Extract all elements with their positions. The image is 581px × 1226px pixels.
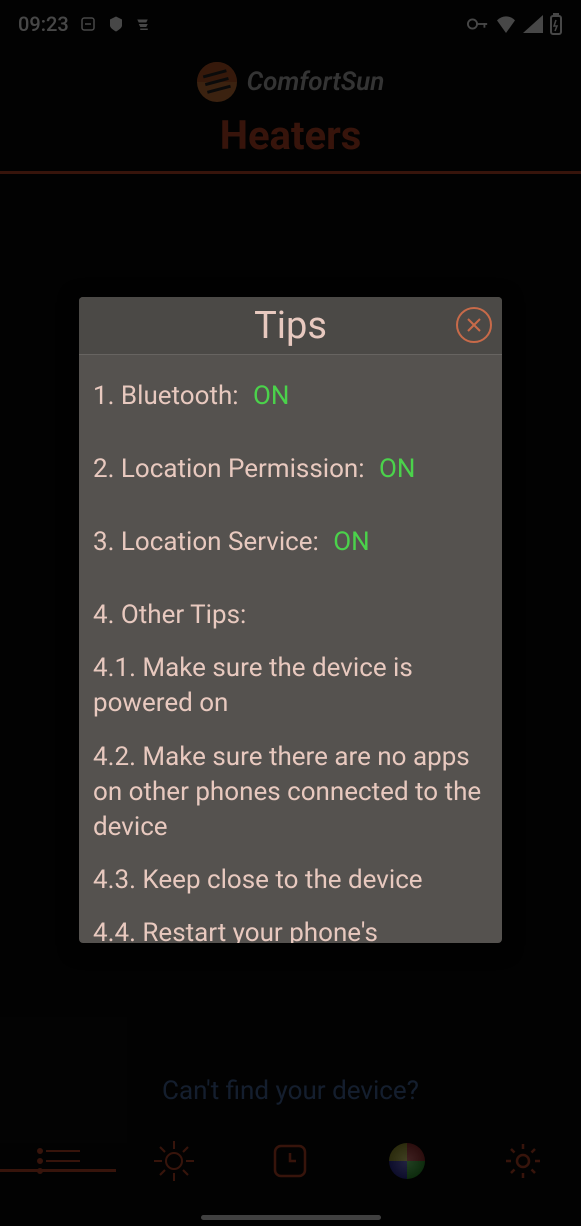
tip-label: 3. Location Service:: [93, 527, 319, 557]
tip-other-item: 4.1. Make sure the device is powered on: [93, 651, 488, 721]
dialog-header: Tips: [79, 297, 502, 355]
tip-other-item: 4.2. Make sure there are no apps on othe…: [93, 740, 488, 845]
tip-location-permission: 2. Location Permission: ON: [93, 452, 488, 487]
tip-status: ON: [379, 454, 415, 484]
tip-other-item: 4.3. Keep close to the device: [93, 863, 488, 898]
tip-status: ON: [333, 527, 369, 557]
tip-other-item: 4.4. Restart your phone's Bluetooth.: [93, 916, 488, 943]
dialog-body[interactable]: 1. Bluetooth: ON 2. Location Permission:…: [79, 355, 502, 943]
close-button[interactable]: [456, 307, 492, 343]
dialog-title: Tips: [254, 304, 327, 348]
tip-label: 2. Location Permission:: [93, 454, 365, 484]
tip-label: 1. Bluetooth:: [93, 381, 239, 411]
tip-status: ON: [253, 381, 289, 411]
tip-bluetooth: 1. Bluetooth: ON: [93, 379, 488, 414]
tip-location-service: 3. Location Service: ON: [93, 525, 488, 560]
tips-dialog: Tips 1. Bluetooth: ON 2. Location Permis…: [79, 297, 502, 943]
tip-other-header: 4. Other Tips:: [93, 598, 488, 633]
